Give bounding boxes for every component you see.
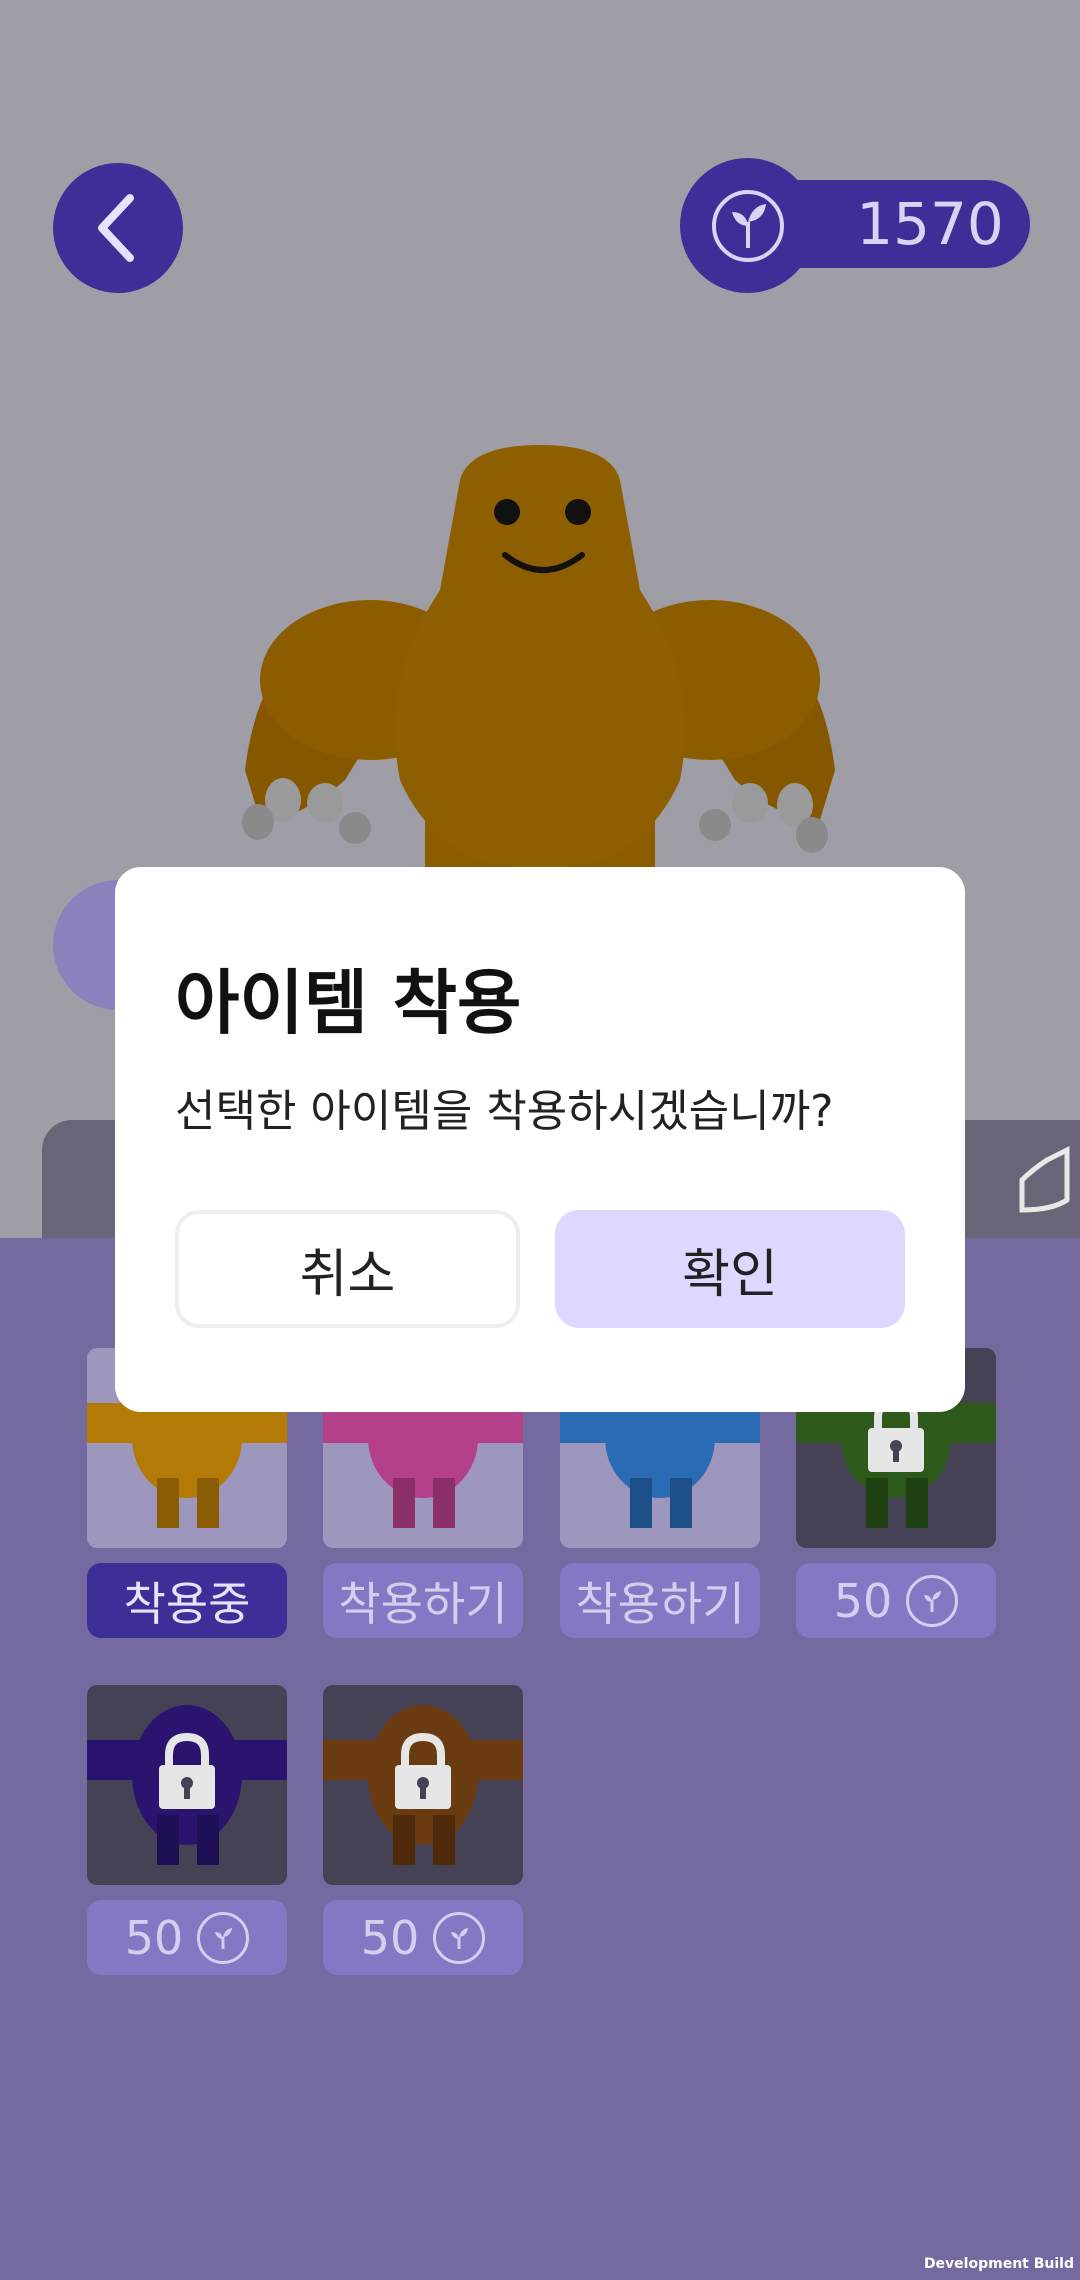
currency-display: 1570 [680,158,1030,293]
currency-amount: 1570 [856,190,1004,258]
item-brown-preview [323,1705,523,1865]
item-buy-button[interactable]: 50 [796,1563,996,1638]
item-label: 착용하기 [575,1576,745,1631]
confirm-label: 확인 [682,1244,778,1305]
item-wear-button[interactable]: 착용하기 [323,1563,523,1638]
development-build-label: Development Build [923,2256,1074,2272]
sprout-icon [906,1574,959,1627]
item-label: 착용하기 [338,1576,508,1631]
shoe-icon[interactable] [1012,1140,1072,1220]
sprout-icon [197,1911,250,1964]
item-buy-button[interactable]: 50 [323,1900,523,1975]
item-buy-button[interactable]: 50 [87,1900,287,1975]
item-price: 50 [833,1573,893,1628]
item-thumb-brown[interactable] [323,1685,523,1885]
item-label: 착용중 [123,1576,251,1631]
item-price: 50 [360,1910,420,1965]
dialog-title: 아이템 착용 [175,962,522,1044]
item-equipped-button[interactable]: 착용중 [87,1563,287,1638]
dialog-message: 선택한 아이템을 착용하시겠습니까? [175,1086,834,1137]
item-price: 50 [124,1910,184,1965]
chevron-left-icon [98,194,134,262]
item-purple-preview [87,1705,287,1865]
cancel-button[interactable]: 취소 [175,1210,520,1328]
item-thumb-purple[interactable] [87,1685,287,1885]
sprout-icon [711,189,784,262]
back-button[interactable] [53,163,183,293]
cancel-label: 취소 [299,1244,396,1305]
equip-confirm-dialog: 아이템 착용 선택한 아이템을 착용하시겠습니까? 취소 확인 [115,867,965,1412]
confirm-button[interactable]: 확인 [555,1210,905,1328]
item-wear-button[interactable]: 착용하기 [560,1563,760,1638]
sprout-icon [433,1911,486,1964]
currency-coin [680,158,815,293]
